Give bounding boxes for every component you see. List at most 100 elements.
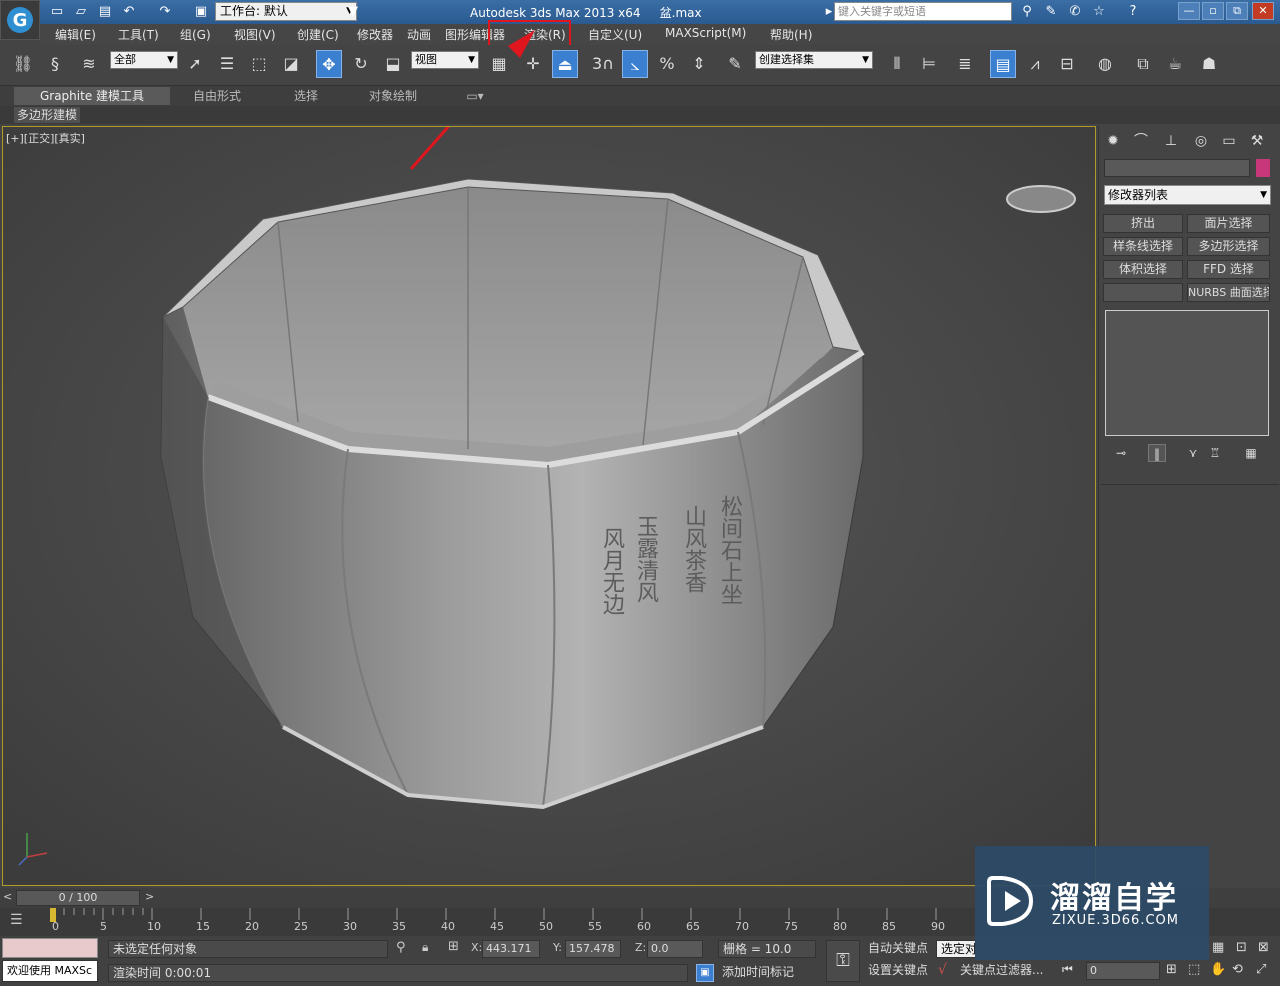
orbit-icon[interactable]: ⟲ (1232, 962, 1243, 977)
motion-tab-icon[interactable]: ◎ (1190, 130, 1212, 152)
selection-filter-dropdown[interactable]: 全部 ▼ (110, 51, 178, 69)
percent-snap-icon[interactable]: % (654, 50, 680, 78)
x-coordinate-field[interactable]: 443.171 (482, 940, 540, 958)
empty-modifier-button[interactable] (1103, 283, 1183, 302)
snaps-toggle-icon[interactable]: 3∩ (590, 50, 616, 78)
unlink-icon[interactable]: § (42, 50, 68, 78)
workspace-dropdown[interactable]: 工作台: 默认 ▼ (215, 2, 357, 21)
select-and-move-icon[interactable]: ✥ (316, 50, 342, 78)
perspective-viewport[interactable] (2, 126, 1096, 886)
rectangular-selection-icon[interactable]: ⬚ (246, 50, 272, 78)
menu-customize[interactable]: 自定义(U) (588, 26, 642, 43)
time-slider-thumb[interactable]: 0 / 100 (16, 890, 140, 906)
zoom-region-icon[interactable]: ⬚ (1188, 962, 1200, 977)
curve-editor-icon[interactable]: ⩘ (1022, 50, 1048, 78)
modify-tab-icon[interactable]: ⌒ (1130, 130, 1152, 152)
create-tab-icon[interactable]: ✹ (1102, 130, 1124, 152)
menu-view[interactable]: 视图(V) (234, 26, 276, 43)
tab-object-paint[interactable]: 对象绘制 (356, 87, 430, 105)
configure-modifier-sets-icon[interactable]: ▦ (1242, 444, 1260, 462)
spline-select-button[interactable]: 样条线选择 (1103, 237, 1183, 256)
patch-select-button[interactable]: 面片选择 (1187, 214, 1270, 233)
menu-group[interactable]: 组(G) (180, 26, 211, 43)
select-and-link-icon[interactable]: ⛓ (10, 50, 36, 78)
maximize-viewport-icon[interactable]: ⤢ (1256, 962, 1266, 977)
bind-space-warp-icon[interactable]: ≋ (76, 50, 102, 78)
selected-set-dropdown[interactable]: 选定对 (936, 940, 976, 958)
make-unique-icon[interactable]: ⋎ (1184, 444, 1202, 462)
menu-animation[interactable]: 动画 (407, 26, 431, 43)
pin-stack-icon[interactable]: ⊸ (1112, 444, 1130, 462)
remove-modifier-icon[interactable]: ♖ (1206, 444, 1224, 462)
select-object-icon[interactable]: ➚ (182, 50, 208, 78)
new-file-icon[interactable]: ▭ (48, 3, 66, 21)
tab-selection[interactable]: 选择 (276, 87, 336, 105)
time-prev-icon[interactable]: < (3, 890, 12, 903)
ffd-select-button[interactable]: FFD 选择 (1187, 260, 1270, 279)
communication-icon[interactable]: ✆ (1066, 3, 1084, 21)
modifier-list-dropdown[interactable]: 修改器列表 ▼ (1104, 185, 1271, 205)
pan-view-icon[interactable]: ✋ (1210, 962, 1226, 977)
vol-select-button[interactable]: 体积选择 (1103, 260, 1183, 279)
hierarchy-tab-icon[interactable]: ⊥ (1160, 130, 1182, 152)
zoom-all-icon[interactable]: ⊡ (1236, 940, 1247, 955)
time-next-icon[interactable]: > (145, 890, 154, 903)
maxscript-listener-top[interactable] (2, 938, 98, 958)
show-end-result-icon[interactable]: ‖ (1148, 444, 1166, 462)
modifier-stack[interactable] (1105, 310, 1269, 436)
select-by-name-icon[interactable]: ☰ (214, 50, 240, 78)
display-tab-icon[interactable]: ▭ (1218, 130, 1240, 152)
close-button[interactable]: ✕ (1252, 2, 1274, 20)
polygon-modeling-panel[interactable]: 多边形建模 (14, 107, 81, 123)
viewport-label-menu[interactable]: [+][正交][真实] (6, 130, 85, 146)
search-input[interactable]: 键入关键字或短语 (834, 2, 1012, 21)
layer-manager-icon[interactable]: ≣ (952, 50, 978, 78)
menu-edit[interactable]: 编辑(E) (55, 26, 96, 43)
menu-modifiers[interactable]: 修改器 (357, 26, 393, 43)
current-frame-field[interactable]: 0 (1086, 962, 1160, 980)
nurbs-surface-select-button[interactable]: NURBS 曲面选择 (1187, 283, 1270, 302)
spinner-snap-icon[interactable]: ⇕ (686, 50, 712, 78)
window-crossing-icon[interactable]: ◪ (278, 50, 304, 78)
undo-icon[interactable]: ↶ (120, 3, 138, 21)
zoom-icon[interactable]: ▦ (1212, 940, 1224, 955)
field-of-view-icon[interactable]: ⊠ (1258, 940, 1269, 955)
save-file-icon[interactable]: ▤ (96, 3, 114, 21)
auto-key-button[interactable]: 自动关键点 (864, 940, 934, 958)
menu-maxscript[interactable]: MAXScript(M) (665, 26, 746, 40)
select-and-scale-icon[interactable]: ⬓ (380, 50, 406, 78)
graphite-toggle-icon[interactable]: ▤ (990, 50, 1016, 78)
named-selection-sets-dropdown[interactable]: 创建选择集 ▼ (755, 51, 873, 69)
render-setup-icon[interactable]: ⧉ (1130, 50, 1156, 78)
edit-named-selection-icon[interactable]: ✎ (722, 50, 748, 78)
restore-button[interactable]: ⧉ (1226, 2, 1248, 20)
tab-freeform[interactable]: 自由形式 (178, 87, 256, 105)
reference-coordinate-dropdown[interactable]: 视图 ▼ (411, 51, 479, 69)
absolute-mode-icon[interactable]: ⊞ (448, 939, 459, 954)
open-file-icon[interactable]: ▱ (72, 3, 90, 21)
align-icon[interactable]: ⊨ (916, 50, 942, 78)
menu-create[interactable]: 创建(C) (297, 26, 339, 43)
favorites-star-icon[interactable]: ☆ (1090, 3, 1108, 21)
go-to-start-icon[interactable]: ⏮ (1062, 962, 1073, 977)
angle-snap-icon[interactable]: ⦣ (622, 50, 648, 78)
menu-help[interactable]: 帮助(H) (770, 26, 812, 43)
zoom-extents-icon[interactable]: ⊞ (1166, 962, 1177, 977)
extrude-button[interactable]: 挤出 (1103, 214, 1183, 233)
maxscript-mini-listener[interactable]: 欢迎使用 MAXSc (2, 960, 98, 982)
rendered-frame-window-icon[interactable]: ☕ (1162, 50, 1188, 78)
tab-graphite-modeling[interactable]: Graphite 建模工具 (14, 87, 170, 105)
menu-tools[interactable]: 工具(T) (118, 26, 159, 43)
select-and-rotate-icon[interactable]: ↻ (348, 50, 374, 78)
subscription-icon[interactable]: ✎ (1042, 3, 1060, 21)
poly-select-button[interactable]: 多边形选择 (1187, 237, 1270, 256)
object-name-field[interactable] (1104, 159, 1250, 177)
render-production-icon[interactable]: ☗ (1196, 50, 1222, 78)
key-filters-button[interactable]: 关键点过滤器... (956, 962, 1052, 980)
utilities-tab-icon[interactable]: ⚒ (1246, 130, 1268, 152)
y-coordinate-field[interactable]: 157.478 (565, 940, 621, 958)
selection-lock-icon[interactable]: 🔒︎ (422, 940, 428, 955)
material-editor-icon[interactable]: ◍ (1092, 50, 1118, 78)
mini-curve-editor-icon[interactable]: ☰ (10, 912, 23, 928)
ribbon-options-icon[interactable]: ▭▾ (460, 87, 490, 105)
